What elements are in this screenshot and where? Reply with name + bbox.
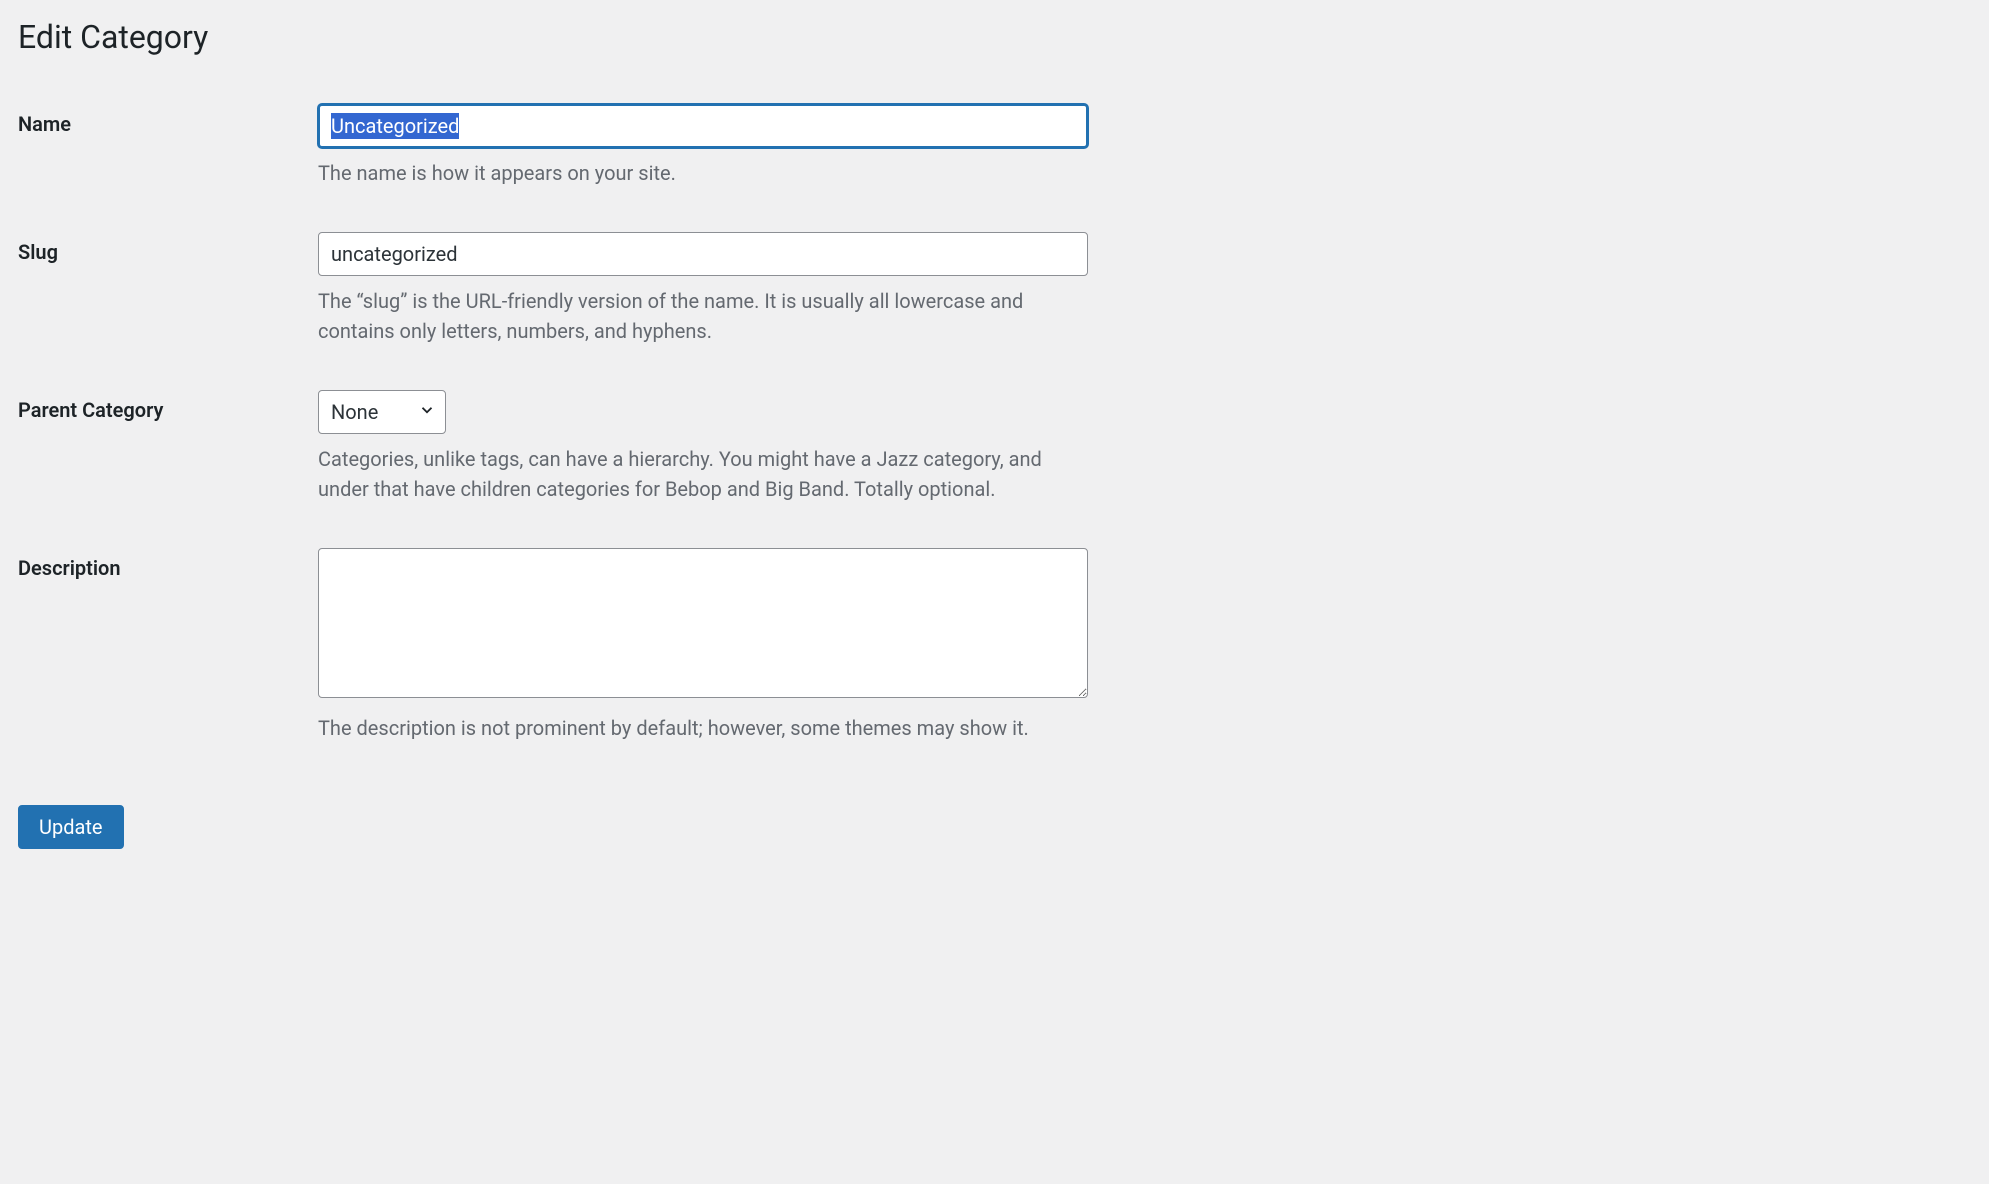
slug-description: The “slug” is the URL-friendly version o… — [318, 286, 1088, 346]
parent-label: Parent Category — [18, 398, 163, 422]
name-description: The name is how it appears on your site. — [318, 158, 1088, 188]
parent-description: Categories, unlike tags, can have a hier… — [318, 444, 1088, 504]
field-row-name: Name The name is how it appears on your … — [18, 104, 1971, 232]
description-label: Description — [18, 556, 121, 580]
update-button[interactable]: Update — [18, 805, 124, 849]
slug-label: Slug — [18, 240, 58, 264]
field-row-slug: Slug The “slug” is the URL-friendly vers… — [18, 232, 1971, 390]
field-row-description: Description The description is not promi… — [18, 548, 1971, 787]
name-input[interactable] — [318, 104, 1088, 148]
page-title: Edit Category — [18, 18, 1971, 56]
submit-row: Update — [18, 805, 1971, 849]
edit-category-form: Name The name is how it appears on your … — [18, 104, 1971, 787]
description-description: The description is not prominent by defa… — [318, 713, 1088, 743]
description-textarea[interactable] — [318, 548, 1088, 698]
slug-input[interactable] — [318, 232, 1088, 276]
field-row-parent: Parent Category None Categories, unlike … — [18, 390, 1971, 548]
parent-select[interactable]: None — [318, 390, 446, 434]
name-label: Name — [18, 112, 71, 136]
